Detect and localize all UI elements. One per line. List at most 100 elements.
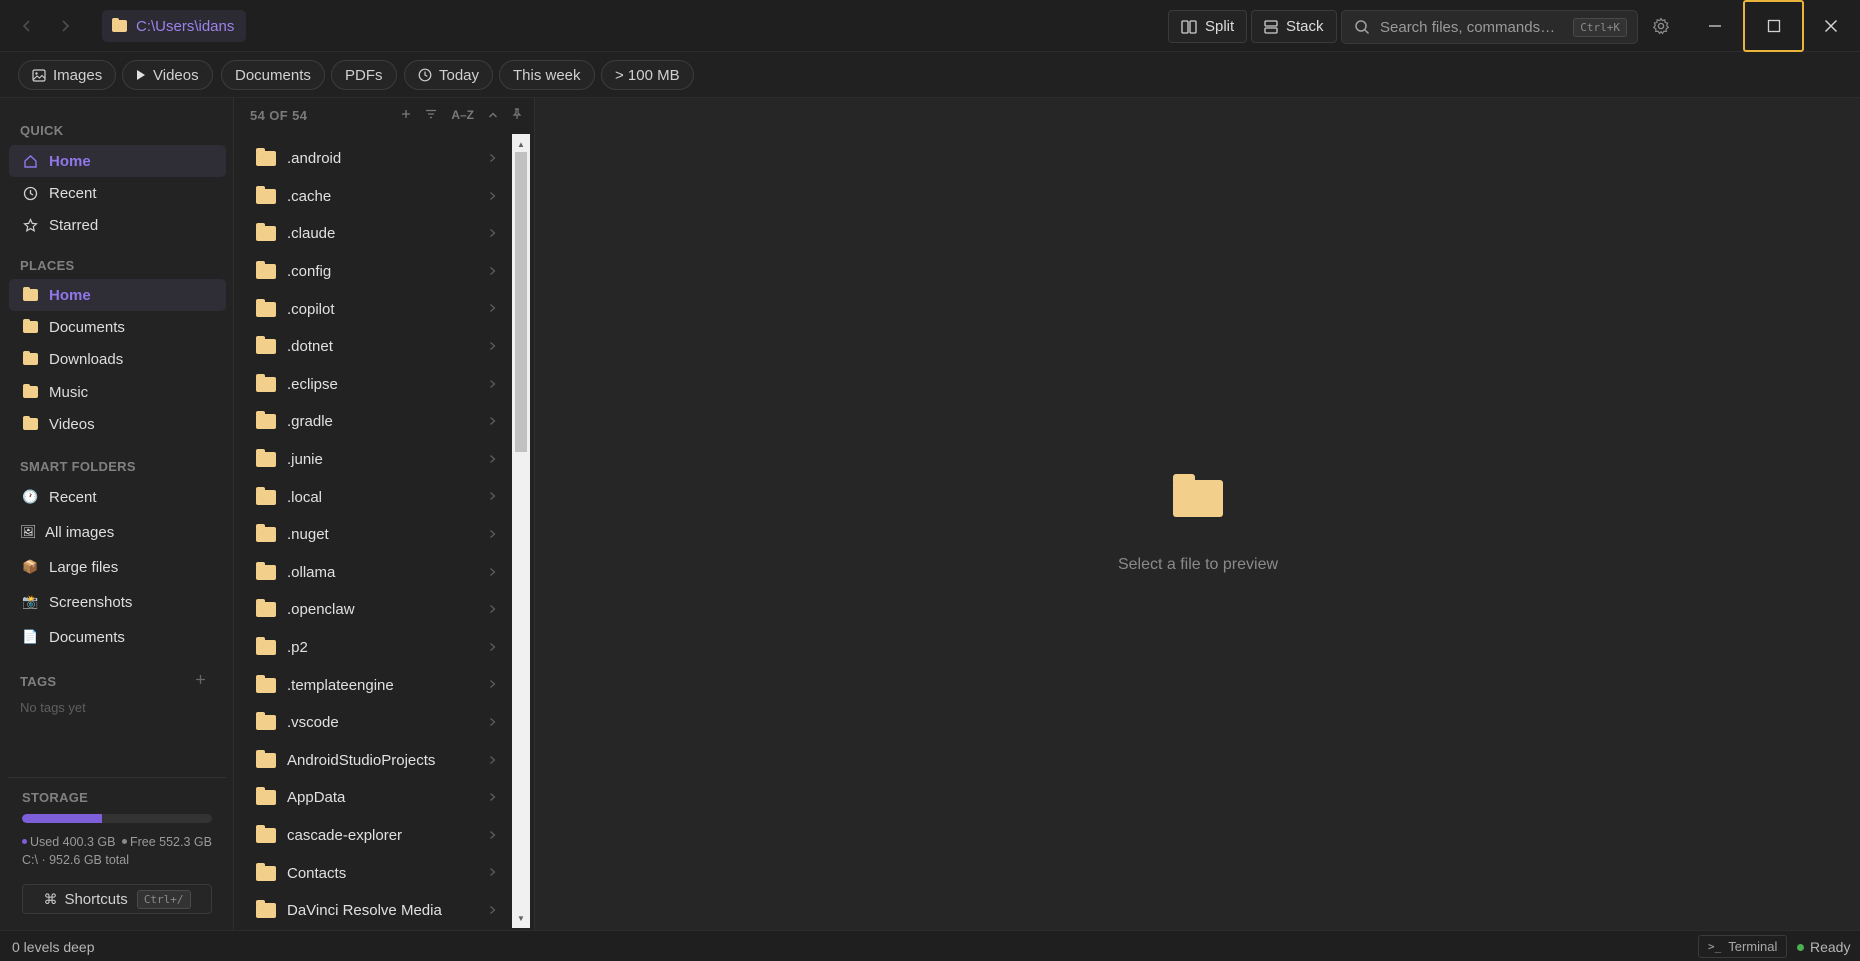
path-breadcrumb[interactable]: C:\Users\idans (102, 10, 247, 42)
chevron-right-icon[interactable] (489, 904, 496, 918)
file-row[interactable]: .config (234, 253, 512, 291)
file-row[interactable]: .junie (234, 441, 512, 479)
file-row[interactable]: .vscode (234, 704, 512, 742)
chevron-right-icon[interactable] (489, 227, 496, 241)
close-icon (1825, 20, 1837, 32)
sidebar-item-downloads[interactable]: Downloads (9, 343, 226, 375)
chevron-right-icon[interactable] (489, 378, 496, 392)
storage-used: Used 400.3 GB (30, 835, 116, 849)
sidebar-item-documents[interactable]: Documents (9, 311, 226, 343)
close-button[interactable] (1802, 0, 1860, 52)
file-row[interactable]: cascade-explorer (234, 817, 512, 855)
chevron-right-icon[interactable] (489, 265, 496, 279)
scrollbar-thumb[interactable] (515, 152, 527, 452)
new-item-button[interactable] (401, 108, 411, 122)
sidebar-item-places-home[interactable]: Home (9, 279, 226, 311)
settings-button[interactable] (1632, 0, 1690, 52)
chevron-right-icon[interactable] (489, 152, 496, 166)
smart-folder-all-images[interactable]: 🖼 All images (9, 516, 226, 548)
folder-icon (256, 411, 276, 430)
chevron-right-icon[interactable] (489, 453, 496, 467)
file-row[interactable]: .p2 (234, 629, 512, 667)
filter-chip-documents[interactable]: Documents (221, 60, 325, 90)
file-name: .claude (287, 225, 336, 243)
search-input[interactable]: Search files, commands… Ctrl+K (1341, 10, 1638, 44)
filter-chip-images[interactable]: Images (18, 60, 117, 90)
stack-icon (1264, 19, 1278, 34)
file-row[interactable]: .gradle (234, 403, 512, 441)
add-tag-button[interactable] (195, 672, 206, 690)
file-row[interactable]: .android (234, 140, 512, 178)
chevron-right-icon[interactable] (489, 603, 496, 617)
maximize-button[interactable] (1743, 0, 1804, 52)
section-label-places: PLACES (20, 258, 75, 273)
filter-chip-this-week[interactable]: This week (499, 60, 595, 90)
folder-icon (256, 148, 276, 167)
file-row[interactable]: Contacts (234, 854, 512, 892)
file-row[interactable]: .openclaw (234, 591, 512, 629)
file-row[interactable]: .ollama (234, 554, 512, 592)
file-row[interactable]: AndroidStudioProjects (234, 742, 512, 780)
sort-direction-button[interactable] (488, 108, 498, 122)
chevron-right-icon[interactable] (489, 566, 496, 580)
smart-folder-screenshots[interactable]: 📸 Screenshots (9, 586, 226, 618)
file-row[interactable]: .local (234, 478, 512, 516)
chevron-right-icon[interactable] (489, 641, 496, 655)
filter-button[interactable] (425, 108, 437, 122)
shortcuts-button[interactable]: ⌘ Shortcuts Ctrl+/ (22, 884, 212, 914)
chevron-right-icon[interactable] (489, 528, 496, 542)
chevron-right-icon[interactable] (489, 302, 496, 316)
sidebar-item-label: Recent (49, 488, 97, 506)
filter-chip-pdfs[interactable]: PDFs (331, 60, 397, 90)
filter-chip-videos[interactable]: Videos (122, 60, 213, 90)
smart-folder-documents[interactable]: 📄 Documents (9, 621, 226, 653)
chevron-right-icon[interactable] (489, 829, 496, 843)
sidebar-item-videos[interactable]: Videos (9, 408, 226, 440)
file-row[interactable]: .cache (234, 178, 512, 216)
preview-empty-text: Select a file to preview (1117, 556, 1279, 573)
file-row[interactable]: AppData (234, 779, 512, 817)
chevron-right-icon[interactable] (489, 340, 496, 354)
scroll-down-arrow[interactable]: ▼ (512, 910, 530, 926)
chevron-right-icon[interactable] (489, 791, 496, 805)
sidebar-item-music[interactable]: Music (9, 376, 226, 408)
chevron-right-icon[interactable] (489, 490, 496, 504)
chevron-right-icon[interactable] (489, 754, 496, 768)
split-button[interactable]: Split (1168, 10, 1248, 43)
terminal-button[interactable]: >_ Terminal (1698, 935, 1788, 958)
chevron-right-icon[interactable] (489, 415, 496, 429)
minimize-button[interactable] (1686, 0, 1744, 52)
chevron-right-icon[interactable] (489, 190, 496, 204)
scroll-up-arrow[interactable]: ▲ (512, 136, 530, 152)
chevron-right-icon[interactable] (489, 678, 496, 692)
file-name: .cache (287, 187, 332, 205)
terminal-label: Terminal (1728, 939, 1778, 954)
sidebar-item-quick-home[interactable]: Home (9, 145, 226, 177)
smart-folder-recent[interactable]: 🕐 Recent (9, 481, 226, 513)
title-bar: C:\Users\idans Split Stack Search files,… (0, 0, 1860, 52)
sort-button[interactable]: A–Z (451, 108, 474, 122)
folder-icon (256, 261, 276, 280)
sidebar-item-recent[interactable]: Recent (9, 177, 226, 209)
scrollbar[interactable]: ▲ ▼ (512, 134, 530, 928)
file-row[interactable]: .claude (234, 215, 512, 253)
file-row[interactable]: .copilot (234, 290, 512, 328)
stack-button[interactable]: Stack (1251, 10, 1337, 43)
forward-button[interactable] (53, 14, 77, 38)
pin-button[interactable] (512, 107, 522, 123)
file-row[interactable]: .nuget (234, 516, 512, 554)
sidebar-item-starred[interactable]: Starred (9, 209, 226, 241)
file-row[interactable]: DaVinci Resolve Media (234, 892, 512, 930)
file-name: .copilot (287, 300, 335, 318)
file-row[interactable]: .templateengine (234, 666, 512, 704)
smart-folder-large-files[interactable]: 📦 Large files (9, 551, 226, 583)
file-row[interactable]: .dotnet (234, 328, 512, 366)
filter-chip-label: Today (439, 66, 480, 84)
chevron-right-icon[interactable] (489, 716, 496, 730)
chevron-right-icon[interactable] (489, 866, 496, 880)
file-row[interactable]: .eclipse (234, 366, 512, 404)
folder-icon (256, 599, 276, 618)
filter-chip-large[interactable]: > 100 MB (601, 60, 694, 90)
filter-chip-today[interactable]: Today (404, 60, 494, 90)
back-button[interactable] (15, 14, 39, 38)
